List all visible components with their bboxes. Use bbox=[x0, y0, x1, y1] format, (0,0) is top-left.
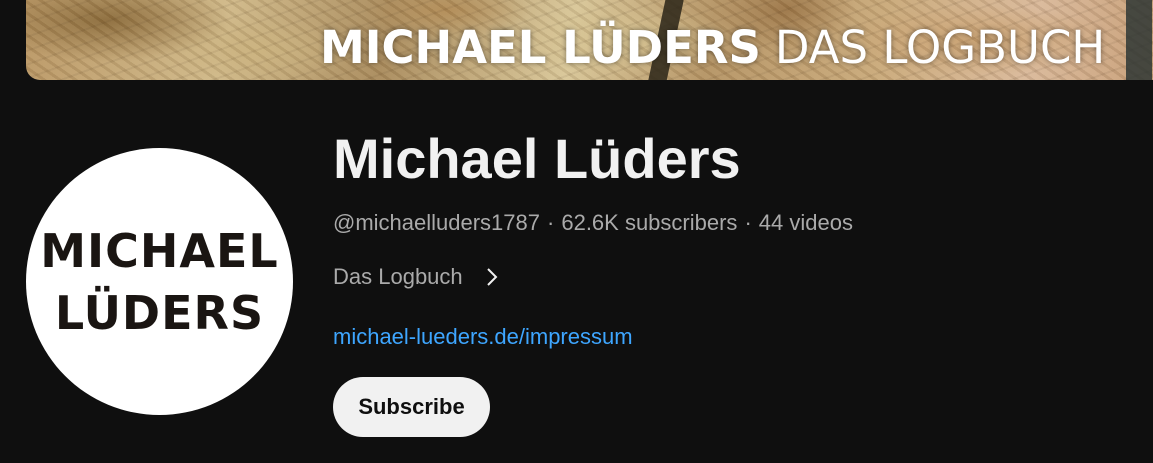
channel-banner: MICHAEL LÜDERS DAS LOGBUCH bbox=[26, 0, 1153, 80]
avatar-text-line2: LÜDERS bbox=[54, 285, 265, 340]
chevron-right-icon bbox=[481, 266, 503, 288]
channel-meta: @michaelluders1787 · 62.6K subscribers · 44 … bbox=[333, 208, 853, 238]
channel-avatar[interactable]: MICHAEL LÜDERS bbox=[26, 148, 293, 415]
channel-external-link[interactable]: michael-lueders.de/impressum bbox=[333, 322, 633, 352]
meta-separator: · bbox=[744, 210, 752, 235]
channel-description-link[interactable]: Das Logbuch bbox=[333, 262, 503, 292]
channel-page: MICHAEL LÜDERS DAS LOGBUCH MICHAEL LÜDERS… bbox=[0, 0, 1153, 463]
channel-handle: @michaelluders1787 bbox=[333, 210, 541, 235]
banner-title: MICHAEL LÜDERS DAS LOGBUCH bbox=[320, 18, 1105, 78]
channel-description: Das Logbuch bbox=[333, 264, 463, 289]
meta-separator: · bbox=[547, 210, 555, 235]
video-count: 44 videos bbox=[758, 210, 853, 235]
banner-title-subtitle: DAS LOGBUCH bbox=[774, 21, 1106, 74]
subscriber-count: 62.6K subscribers bbox=[561, 210, 738, 235]
avatar-text-line1: MICHAEL bbox=[40, 223, 279, 278]
banner-title-name: MICHAEL LÜDERS bbox=[320, 21, 761, 74]
subscribe-button[interactable]: Subscribe bbox=[333, 377, 490, 437]
banner-coast-shape bbox=[1126, 0, 1152, 80]
channel-name: Michael Lüders bbox=[333, 127, 741, 190]
